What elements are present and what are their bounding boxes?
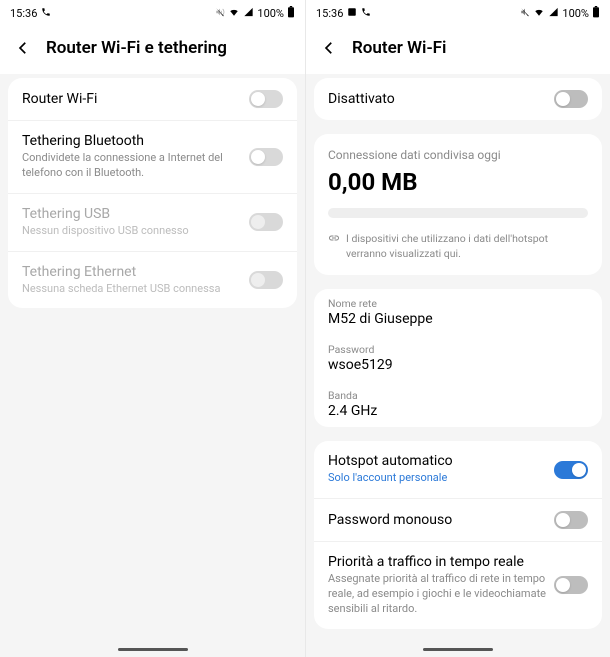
home-indicator[interactable] [423,648,493,651]
toggle-tethering-usb [249,213,283,231]
gallery-icon [347,7,357,20]
kv-value: M52 di Giuseppe [328,311,588,327]
wifi-icon [228,7,240,20]
page-title: Router Wi-Fi e tethering [46,38,227,58]
row-realtime-priority[interactable]: Priorità a traffico in tempo reale Asseg… [314,541,602,629]
battery-icon [287,6,295,21]
status-bar: 15:36 100% [0,0,305,26]
row-subtitle: Solo l'account personale [328,471,546,486]
row-subtitle: Nessuna scheda Ethernet USB connessa [22,282,241,297]
status-time: 15:36 [10,7,37,20]
page-title: Router Wi-Fi [352,38,446,58]
row-band[interactable]: Banda 2.4 GHz [314,381,602,427]
mute-icon [520,7,530,20]
row-title: Hotspot automatico [328,453,546,469]
back-icon[interactable] [320,39,338,57]
kv-value: wsoe5129 [328,357,588,373]
toggle-hotspot-state[interactable] [554,90,588,108]
row-title: Tethering USB [22,206,241,222]
row-title: Router Wi-Fi [22,91,241,107]
row-title: Tethering Ethernet [22,264,241,280]
data-usage-label: Connessione dati condivisa oggi [328,148,588,162]
row-title: Tethering Bluetooth [22,133,241,149]
row-router-wifi[interactable]: Router Wi-Fi [8,78,297,120]
tethering-list: Router Wi-Fi Tethering Bluetooth Condivi… [8,78,297,308]
card-data-usage: Connessione dati condivisa oggi 0,00 MB … [314,134,602,275]
kv-label: Banda [328,389,588,402]
state-label: Disattivato [328,91,546,107]
kv-label: Nome rete [328,297,588,310]
row-password[interactable]: Password wsoe5129 [314,335,602,381]
card-state: Disattivato [314,78,602,120]
toggle-router-wifi[interactable] [249,90,283,108]
data-usage-progress [328,208,588,218]
row-tethering-ethernet: Tethering Ethernet Nessuna scheda Ethern… [8,251,297,309]
kv-label: Password [328,343,588,356]
back-icon[interactable] [14,39,32,57]
row-hotspot-auto[interactable]: Hotspot automatico Solo l'account person… [314,441,602,498]
toggle-realtime-priority[interactable] [554,576,588,594]
call-icon [361,7,371,20]
toggle-hotspot-auto[interactable] [554,461,588,479]
row-network-name[interactable]: Nome rete M52 di Giuseppe [314,289,602,335]
signal-icon [548,7,559,20]
row-title: Priorità a traffico in tempo reale [328,554,546,570]
toggle-password-once[interactable] [554,511,588,529]
toggle-tethering-bluetooth[interactable] [249,148,283,166]
home-indicator[interactable] [118,648,188,651]
row-subtitle: Condividete la connessione a Internet de… [22,151,241,181]
card-hotspot-options: Hotspot automatico Solo l'account person… [314,441,602,628]
card-network-settings: Nome rete M52 di Giuseppe Password wsoe5… [314,289,602,427]
status-time: 15:36 [316,7,343,20]
kv-value: 2.4 GHz [328,403,588,419]
call-icon [41,7,51,20]
data-usage-value: 0,00 MB [328,168,588,196]
battery-icon [592,6,600,21]
data-usage-hint: I dispositivi che utilizzano i dati dell… [328,232,588,261]
row-password-once[interactable]: Password monouso [314,498,602,541]
screen-router-wifi-detail: 15:36 100% Ro [305,0,610,657]
row-subtitle: Nessun dispositivo USB connesso [22,224,241,239]
battery-text: 100% [257,7,284,20]
wifi-icon [533,7,545,20]
status-bar: 15:36 100% [306,0,610,26]
signal-icon [243,7,254,20]
header: Router Wi-Fi e tethering [0,26,305,74]
link-icon [328,232,340,249]
hint-text: I dispositivi che utilizzano i dati dell… [346,232,588,261]
toggle-tethering-ethernet [249,271,283,289]
row-title: Password monouso [328,512,546,528]
row-tethering-bluetooth[interactable]: Tethering Bluetooth Condividete la conne… [8,120,297,193]
row-subtitle: Assegnate priorità al traffico di rete i… [328,572,546,617]
mute-icon [215,7,225,20]
row-hotspot-state[interactable]: Disattivato [314,78,602,120]
header: Router Wi-Fi [306,26,610,74]
row-tethering-usb: Tethering USB Nessun dispositivo USB con… [8,193,297,251]
screen-tethering-settings: 15:36 100% Router Wi-Fi e tethering [0,0,305,657]
battery-text: 100% [562,7,589,20]
